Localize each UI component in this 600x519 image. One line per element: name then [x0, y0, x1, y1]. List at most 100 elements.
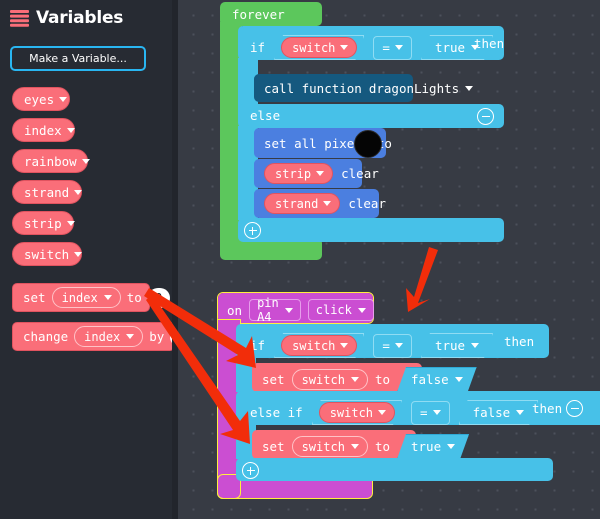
- elseif-then-label: then: [532, 401, 562, 416]
- set-switch-false-block[interactable]: set switch to false: [252, 363, 422, 392]
- variable-pill-strand[interactable]: strand: [12, 180, 82, 204]
- chevron-down-icon: [351, 377, 359, 382]
- plus-icon[interactable]: [242, 462, 259, 479]
- variable-pill-index[interactable]: index: [12, 118, 75, 142]
- set-block-value-input[interactable]: 0: [148, 288, 170, 308]
- set-switch-false-mid: to: [375, 372, 390, 387]
- chevron-down-icon: [358, 308, 366, 313]
- chevron-down-icon: [67, 221, 75, 226]
- event-if-block-footer[interactable]: [236, 458, 553, 481]
- set-all-pixels-block[interactable]: set all pixels to: [254, 128, 386, 158]
- function-name-dropdown[interactable]: dragonLights: [369, 81, 473, 96]
- event-condition-variable-switch[interactable]: switch: [281, 335, 357, 356]
- change-block-mid-label: by: [149, 329, 164, 344]
- strip-variable-dropdown[interactable]: strip: [264, 163, 333, 184]
- set-variable-block[interactable]: set index to 0: [12, 283, 150, 312]
- elseif-equals-operator-dropdown[interactable]: =: [411, 401, 450, 425]
- condition-variable-label: switch: [292, 41, 335, 55]
- equals-operator-dropdown[interactable]: =: [373, 36, 412, 60]
- elseif-condition-group[interactable]: switch: [312, 400, 402, 425]
- app-root: Variables Make a Variable... eyes index …: [0, 0, 600, 519]
- function-name: dragonLights: [369, 81, 459, 96]
- chevron-down-icon: [285, 308, 293, 313]
- event-boolean-value-true[interactable]: true: [421, 333, 493, 358]
- elseif-boolean-value-false[interactable]: false: [459, 400, 539, 425]
- event-condition-variable-label: switch: [292, 339, 335, 353]
- set-switch-true-variable-dropdown[interactable]: switch: [292, 436, 368, 457]
- make-a-variable-button[interactable]: Make a Variable...: [10, 46, 146, 71]
- set-switch-true-prefix: set: [262, 439, 285, 454]
- chevron-down-icon: [323, 201, 331, 206]
- variables-sidebar: Variables Make a Variable... eyes index …: [0, 0, 172, 519]
- variable-pill-strip[interactable]: strip: [12, 211, 74, 235]
- strip-variable-label: strip: [275, 167, 311, 181]
- variable-pill-switch[interactable]: switch: [12, 242, 82, 266]
- elseif-boolean-value-label: false: [473, 405, 511, 420]
- chevron-down-icon: [340, 343, 348, 348]
- chevron-down-icon: [340, 45, 348, 50]
- change-block-variable-dropdown[interactable]: index: [74, 326, 143, 347]
- set-switch-false-value[interactable]: false: [397, 367, 477, 392]
- condition-variable-switch[interactable]: switch: [281, 37, 357, 58]
- chevron-down-icon: [433, 410, 441, 415]
- if-block-footer[interactable]: [238, 218, 504, 242]
- else-label: else: [250, 108, 280, 123]
- elseif-condition-variable-label: switch: [330, 406, 373, 420]
- chevron-down-icon: [455, 377, 463, 382]
- set-block-prefix: set: [23, 290, 46, 305]
- strand-variable-dropdown[interactable]: strand: [264, 193, 340, 214]
- event-condition-group[interactable]: switch: [274, 333, 364, 358]
- call-function-block[interactable]: call function dragonLights: [254, 74, 413, 102]
- event-if-then-row[interactable]: if switch = true t: [236, 324, 549, 358]
- set-switch-true-mid: to: [375, 439, 390, 454]
- event-block-header[interactable]: on pin A4 click: [218, 293, 373, 323]
- variable-pill-rainbow[interactable]: rainbow: [12, 149, 88, 173]
- set-block-variable-dropdown[interactable]: index: [52, 287, 121, 308]
- else-row[interactable]: else: [238, 104, 504, 128]
- operator-symbol: =: [382, 40, 390, 55]
- change-block-prefix: change: [23, 329, 68, 344]
- variable-label: rainbow: [24, 154, 77, 169]
- event-type-dropdown[interactable]: click: [308, 299, 374, 321]
- chevron-down-icon: [465, 86, 473, 91]
- plus-icon[interactable]: [244, 222, 261, 239]
- strand-clear-block[interactable]: strand clear: [254, 189, 379, 218]
- chevron-down-icon: [351, 444, 359, 449]
- variable-label: eyes: [24, 92, 54, 107]
- chevron-down-icon: [516, 410, 524, 415]
- chevron-down-icon: [67, 128, 75, 133]
- condition-group[interactable]: switch: [274, 35, 364, 60]
- chevron-down-icon: [104, 295, 112, 300]
- set-switch-true-value[interactable]: true: [397, 434, 469, 459]
- chevron-down-icon: [447, 444, 455, 449]
- strip-clear-block[interactable]: strip clear: [254, 159, 362, 188]
- pin-label: pin A4: [257, 296, 279, 324]
- event-equals-operator-dropdown[interactable]: =: [373, 334, 412, 358]
- event-elseif-row[interactable]: else if switch = false: [236, 391, 600, 425]
- sidebar-header: Variables: [10, 8, 123, 28]
- minus-icon[interactable]: [566, 400, 583, 417]
- event-if-label: if: [250, 338, 265, 353]
- set-switch-false-variable: switch: [302, 373, 345, 387]
- change-variable-block[interactable]: change index by 1: [12, 322, 175, 351]
- variable-label: index: [24, 123, 62, 138]
- change-block-variable-name: index: [84, 330, 120, 344]
- set-switch-false-variable-dropdown[interactable]: switch: [292, 369, 368, 390]
- chevron-down-icon: [395, 343, 403, 348]
- strand-clear-label: clear: [348, 196, 386, 211]
- chevron-down-icon: [126, 334, 134, 339]
- elseif-condition-variable-switch[interactable]: switch: [319, 402, 395, 423]
- blocks-canvas[interactable]: forever if switch = tru: [178, 0, 600, 519]
- pin-dropdown[interactable]: pin A4: [249, 299, 301, 321]
- event-operator-symbol: =: [382, 338, 390, 353]
- event-boolean-value-label: true: [435, 338, 465, 353]
- variable-pill-eyes[interactable]: eyes: [12, 87, 70, 111]
- chevron-down-icon: [471, 343, 479, 348]
- set-switch-true-value-label: true: [411, 439, 441, 454]
- if-then-row[interactable]: if switch = true t: [238, 26, 504, 60]
- minus-icon[interactable]: [477, 108, 494, 125]
- boolean-value-label: true: [435, 40, 465, 55]
- color-swatch[interactable]: [354, 130, 382, 158]
- set-switch-true-block[interactable]: set switch to true: [252, 430, 416, 459]
- event-then-label: then: [504, 334, 534, 349]
